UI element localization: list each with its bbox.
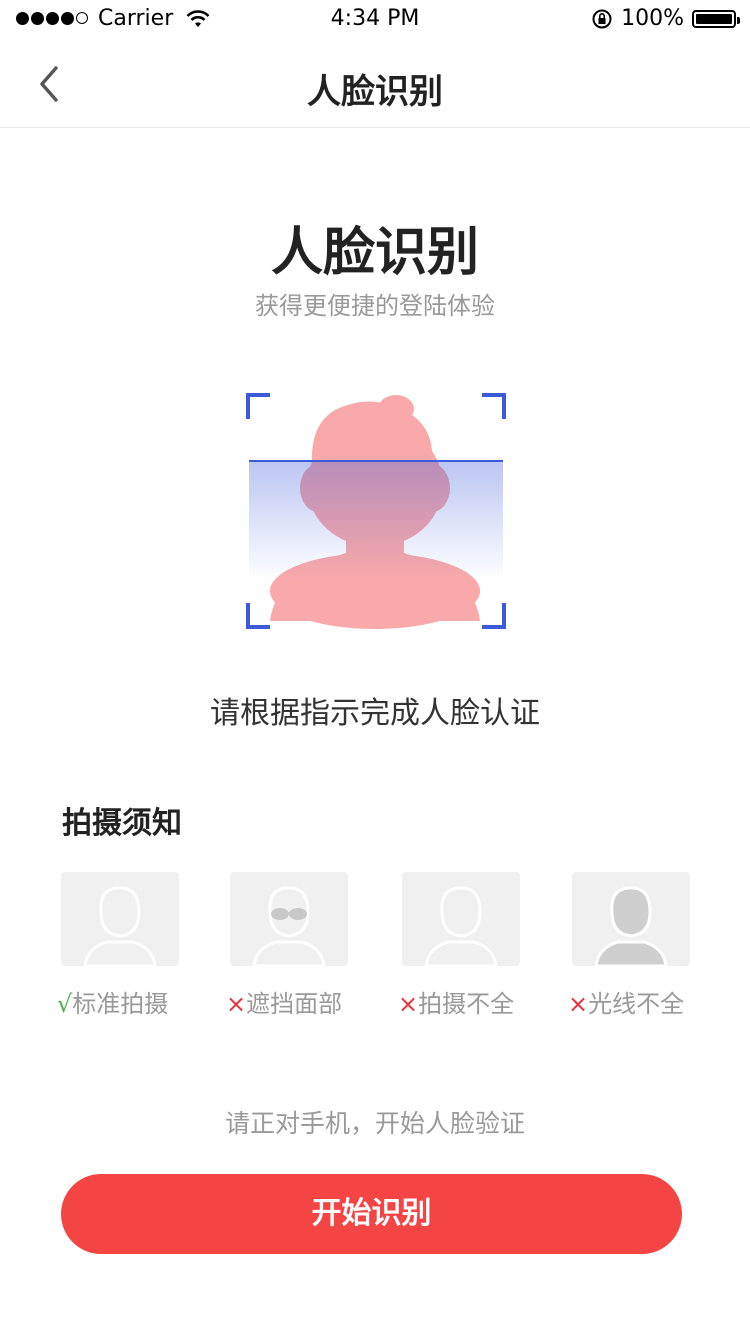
tip-image: [402, 872, 520, 966]
tip-standard: √标准拍摄: [57, 872, 191, 1018]
status-right: 100%: [591, 6, 740, 31]
page-subtitle: 获得更便捷的登陆体验: [255, 292, 495, 320]
avatar-cropped-icon: [424, 886, 498, 966]
hint-text: 请正对手机，开始人脸验证: [224, 1109, 525, 1138]
tip-label: ×光线不全: [568, 990, 685, 1018]
tip-image: [61, 872, 179, 966]
status-bar: Carrier 4:34 PM 100%: [0, 0, 750, 40]
tips-title: 拍摄须知: [62, 806, 182, 841]
tip-image: [572, 872, 690, 966]
tip-label: ×拍摄不全: [398, 990, 515, 1018]
scan-gradient: [249, 461, 503, 581]
tip-incomplete: ×拍摄不全: [398, 872, 532, 1018]
page-title: 人脸识别: [270, 223, 479, 283]
tip-label: √标准拍摄: [57, 990, 169, 1018]
avatar-dark-icon: [594, 886, 668, 966]
tip-image: [230, 872, 348, 966]
battery-icon: [692, 9, 740, 28]
tip-low-light: ×光线不全: [568, 872, 702, 1018]
tip-covered-face: ×遮挡面部: [226, 872, 360, 1018]
nav-bar: 人脸识别: [0, 40, 750, 128]
nav-title: 人脸识别: [307, 72, 443, 112]
tip-label: ×遮挡面部: [226, 990, 343, 1018]
start-recognition-button[interactable]: 开始识别: [61, 1174, 682, 1254]
avatar-sunglasses-icon: [252, 886, 326, 966]
face-scan-frame: [246, 393, 506, 629]
battery-percent: 100%: [621, 6, 684, 31]
instruction-text: 请根据指示完成人脸认证: [210, 696, 540, 731]
avatar-outline-icon: [83, 886, 157, 966]
orientation-lock-icon: [592, 9, 612, 28]
